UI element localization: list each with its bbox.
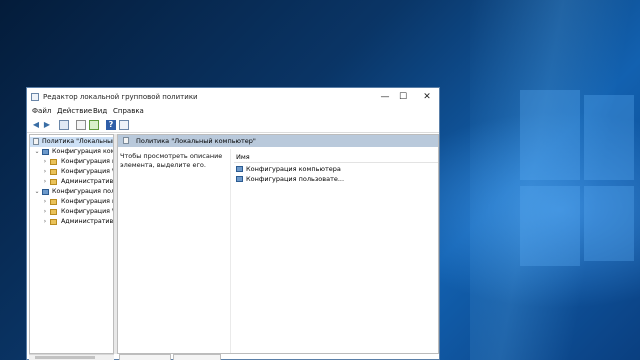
gpedit-window: Редактор локальной групповой политики — … — [26, 87, 440, 360]
computer-icon — [236, 166, 243, 172]
collapse-arrow-icon[interactable]: ⌄ — [34, 187, 40, 197]
help-icon[interactable]: ? — [106, 120, 116, 130]
close-button[interactable]: ✕ — [419, 91, 435, 103]
details-header: Политика "Локальный компьютер" — [118, 135, 438, 147]
show-hide-tree-icon[interactable] — [59, 120, 69, 130]
forward-arrow-icon[interactable]: ▶ — [42, 120, 52, 130]
tree-item-software-settings[interactable]: › Конфигурация п — [30, 157, 113, 167]
window-title: Редактор локальной групповой политики — [43, 93, 198, 101]
tab-extended[interactable] — [119, 354, 171, 360]
menu-help[interactable]: Справка — [113, 107, 144, 115]
tree-item-user-windows-settings[interactable]: › Конфигурация W — [30, 207, 113, 217]
collapse-arrow-icon[interactable]: ⌄ — [34, 147, 40, 157]
user-config-icon — [42, 189, 49, 195]
folder-icon — [50, 209, 57, 215]
title-bar[interactable]: Редактор локальной групповой политики — … — [27, 88, 439, 106]
computer-icon — [42, 149, 49, 155]
toolbar: ◀ ▶ ? — [27, 118, 439, 133]
wallpaper-logo-pane — [584, 95, 634, 180]
wallpaper-light-beam — [470, 0, 640, 360]
folder-icon — [50, 169, 57, 175]
policy-document-icon — [33, 138, 39, 145]
maximize-button[interactable]: ☐ — [395, 91, 411, 103]
export-list-icon[interactable] — [89, 120, 99, 130]
policy-document-icon — [123, 137, 129, 144]
tree-item-user-config[interactable]: ⌄ Конфигурация поль — [30, 187, 113, 197]
app-policy-icon — [31, 93, 39, 101]
back-arrow-icon[interactable]: ◀ — [31, 120, 41, 130]
tab-standard[interactable] — [173, 354, 221, 360]
properties-icon[interactable] — [76, 120, 86, 130]
folder-icon — [50, 179, 57, 185]
folder-icon — [50, 199, 57, 205]
tree-item-user-admin-templates[interactable]: › Административн — [30, 217, 113, 227]
menu-bar: Файл Действие Вид Справка — [27, 106, 439, 118]
expand-arrow-icon[interactable]: › — [42, 207, 48, 217]
console-tree: Политика "Локальный ⌄ Конфигурация компь… — [29, 134, 114, 354]
scrollbar-thumb[interactable] — [35, 356, 95, 359]
tree-item-local-policy[interactable]: Политика "Локальный — [30, 137, 113, 147]
extended-view-icon[interactable] — [119, 120, 129, 130]
details-pane: Политика "Локальный компьютер" Чтобы про… — [117, 134, 439, 354]
minimize-button[interactable]: — — [377, 91, 393, 103]
tree-item-admin-templates[interactable]: › Административн — [30, 177, 113, 187]
menu-view[interactable]: Вид — [93, 107, 107, 115]
wallpaper-logo-pane — [584, 186, 634, 261]
user-config-icon — [236, 176, 243, 182]
menu-action[interactable]: Действие — [57, 107, 92, 115]
folder-icon — [50, 219, 57, 225]
tree-horizontal-scrollbar[interactable] — [29, 354, 114, 360]
details-header-title: Политика "Локальный компьютер" — [136, 137, 256, 145]
expand-arrow-icon[interactable]: › — [42, 197, 48, 207]
description-text: Чтобы просмотреть описание элемента, выд… — [120, 152, 223, 169]
expand-arrow-icon[interactable]: › — [42, 157, 48, 167]
wallpaper-logo-pane — [520, 90, 580, 180]
column-header-name[interactable]: Имя — [234, 151, 438, 163]
menu-file[interactable]: Файл — [32, 107, 51, 115]
column-divider — [230, 149, 231, 353]
folder-icon — [50, 159, 57, 165]
tree-item-computer-config[interactable]: ⌄ Конфигурация компь — [30, 147, 113, 157]
view-tabs — [117, 354, 439, 360]
expand-arrow-icon[interactable]: › — [42, 177, 48, 187]
expand-arrow-icon[interactable]: › — [42, 217, 48, 227]
wallpaper-logo-pane — [520, 186, 580, 266]
tree-item-windows-settings[interactable]: › Конфигурация W — [30, 167, 113, 177]
tree-item-user-software-settings[interactable]: › Конфигурация п — [30, 197, 113, 207]
expand-arrow-icon[interactable]: › — [42, 167, 48, 177]
